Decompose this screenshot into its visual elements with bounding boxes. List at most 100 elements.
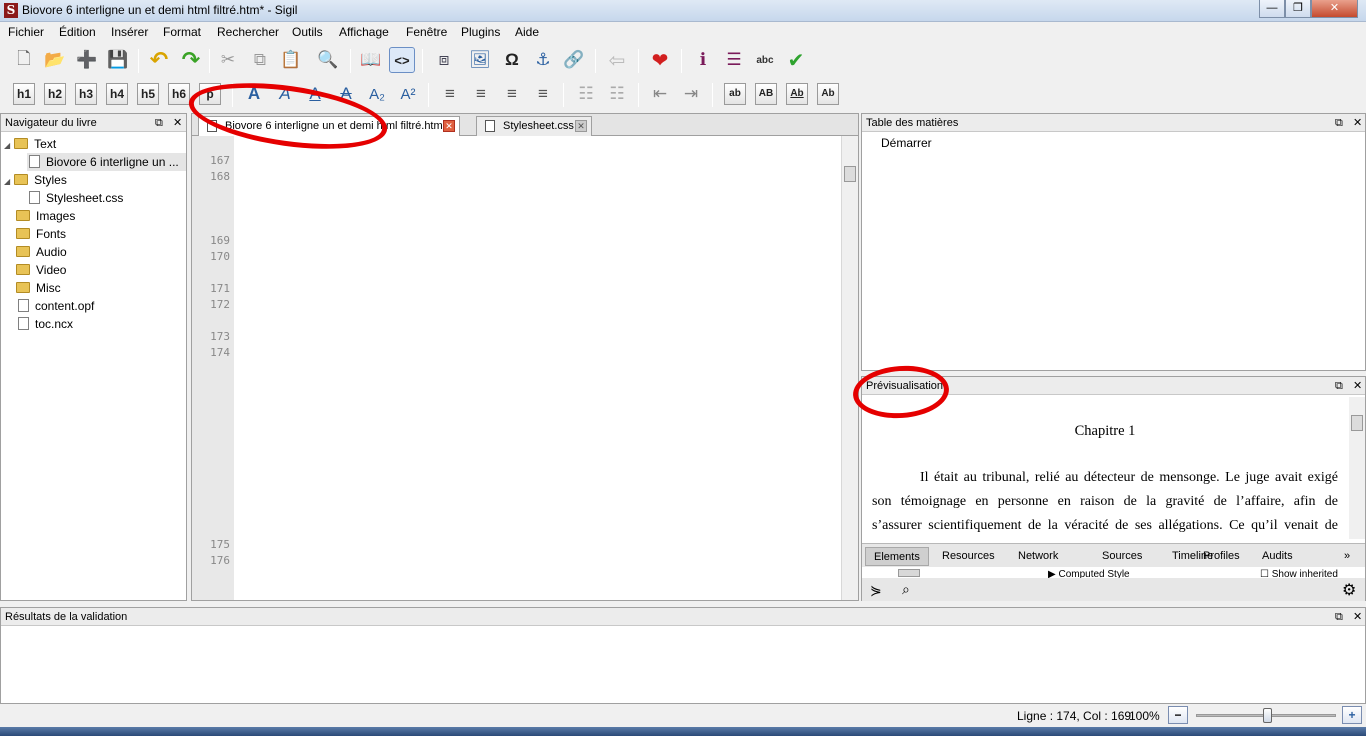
close-button[interactable]: ✕ <box>1311 0 1358 18</box>
editor-scrollbar[interactable] <box>841 136 858 600</box>
minimize-button[interactable]: — <box>1259 0 1285 18</box>
find-icon[interactable]: 🔍 <box>315 47 341 73</box>
maximize-button[interactable]: ❐ <box>1285 0 1311 18</box>
lowercase-icon[interactable]: ab <box>724 83 746 105</box>
menu-inserer[interactable]: Insérer <box>111 25 148 39</box>
anchor-icon[interactable]: ⚓ <box>530 47 556 73</box>
toc-item-demarrer[interactable]: Démarrer <box>881 136 932 150</box>
menu-fichier[interactable]: Fichier <box>8 25 44 39</box>
number-list-icon[interactable]: ☷ <box>604 81 630 107</box>
float-icon[interactable]: ⧉ <box>1335 114 1343 132</box>
align-right-icon[interactable]: ≡ <box>499 81 525 107</box>
omega-icon[interactable]: Ω <box>499 47 525 73</box>
menu-aide[interactable]: Aide <box>515 25 539 39</box>
save-icon[interactable]: 💾 <box>105 47 131 73</box>
open-folder-icon[interactable]: 📂 <box>42 47 68 73</box>
back-arrow-icon[interactable]: ⇦ <box>604 47 630 73</box>
heading-h1-button[interactable]: h1 <box>13 83 35 105</box>
paste-icon[interactable]: 📋 <box>278 47 304 73</box>
devtools-tab-resources[interactable]: Resources <box>934 547 1003 566</box>
devtools-splitter[interactable] <box>898 569 920 577</box>
code-view-icon[interactable]: <> <box>389 47 415 73</box>
search-icon[interactable]: ⌕ <box>902 581 910 598</box>
split-icon[interactable]: ⧈ <box>431 47 457 73</box>
tree-item-styles[interactable]: ◢ Styles <box>4 171 67 189</box>
insert-image-icon[interactable]: 🖼 <box>467 47 493 73</box>
titlecase-icon[interactable]: Ab <box>786 83 808 105</box>
close-icon[interactable]: ✕ <box>1353 608 1362 626</box>
zoom-slider[interactable] <box>1196 708 1336 723</box>
tree-item-fonts[interactable]: Fonts <box>16 225 66 243</box>
bullet-list-icon[interactable]: ☷ <box>573 81 599 107</box>
new-file-icon[interactable]: 🗋 <box>11 47 37 73</box>
menu-fenetre[interactable]: Fenêtre <box>406 25 447 39</box>
capitalize-icon[interactable]: Ab <box>817 83 839 105</box>
heading-h3-button[interactable]: h3 <box>75 83 97 105</box>
heading-h6-button[interactable]: h6 <box>168 83 190 105</box>
align-left-icon[interactable]: ≡ <box>437 81 463 107</box>
add-file-icon[interactable]: ➕ <box>74 47 100 73</box>
tree-item-audio[interactable]: Audio <box>16 243 67 261</box>
spellcheck-icon[interactable]: abc <box>752 47 778 73</box>
toc-icon[interactable]: ☰ <box>721 47 747 73</box>
align-center-icon[interactable]: ≡ <box>468 81 494 107</box>
tree-item-toc-ncx[interactable]: toc.ncx <box>18 315 73 333</box>
devtools-tab-network[interactable]: Network <box>1010 547 1066 566</box>
float-icon[interactable]: ⧉ <box>1335 608 1343 626</box>
justify-icon[interactable]: ≡ <box>530 81 556 107</box>
outdent-icon[interactable]: ⇤ <box>647 81 673 107</box>
tree-item-misc[interactable]: Misc <box>16 279 61 297</box>
heading-h4-button[interactable]: h4 <box>106 83 128 105</box>
computed-style-label[interactable]: ▶ Computed Style <box>1048 569 1130 578</box>
redo-icon[interactable]: ↷ <box>178 47 204 73</box>
console-prompt-icon[interactable]: ⋟ <box>870 582 882 599</box>
tree-item-biovore-html[interactable]: Biovore 6 interligne un ... <box>27 153 186 171</box>
tree-item-text[interactable]: ◢ Text <box>4 135 56 153</box>
cut-icon[interactable]: ✂ <box>215 47 241 73</box>
expand-icon[interactable]: ◢ <box>4 177 10 186</box>
float-icon[interactable]: ⧉ <box>1335 377 1343 395</box>
book-view-icon[interactable]: 📖 <box>358 47 384 73</box>
float-icon[interactable]: ⧉ <box>155 114 163 132</box>
heading-h5-button[interactable]: h5 <box>137 83 159 105</box>
expand-icon[interactable]: ◢ <box>4 141 10 150</box>
close-icon[interactable]: ✕ <box>1353 114 1362 132</box>
heading-h2-button[interactable]: h2 <box>44 83 66 105</box>
devtools-tab-audits[interactable]: Audits <box>1254 547 1301 566</box>
show-inherited-checkbox[interactable]: ☐ Show inherited <box>1260 569 1338 578</box>
subscript-icon[interactable]: A₂ <box>364 81 390 107</box>
tree-item-video[interactable]: Video <box>16 261 66 279</box>
uppercase-icon[interactable]: AB <box>755 83 777 105</box>
tab-stylesheet[interactable]: Stylesheet.css ✕ <box>476 116 592 136</box>
indent-icon[interactable]: ⇥ <box>678 81 704 107</box>
superscript-icon[interactable]: A² <box>395 81 421 107</box>
heart-icon[interactable]: ❤ <box>647 47 673 73</box>
menu-affichage[interactable]: Affichage <box>339 25 389 39</box>
metadata-icon[interactable]: ℹ <box>690 47 716 73</box>
menu-plugins[interactable]: Plugins <box>461 25 500 39</box>
menu-format[interactable]: Format <box>163 25 201 39</box>
zoom-slider-thumb[interactable] <box>1263 708 1272 723</box>
devtools-tab-sources[interactable]: Sources <box>1094 547 1150 566</box>
scrollbar-thumb[interactable] <box>844 166 856 182</box>
gear-icon[interactable]: ⚙ <box>1342 580 1356 600</box>
close-tab-icon[interactable]: ✕ <box>575 120 587 132</box>
menu-outils[interactable]: Outils <box>292 25 323 39</box>
devtools-more-icon[interactable]: » <box>1336 547 1358 566</box>
validate-icon[interactable]: ✔ <box>783 47 809 73</box>
close-tab-icon[interactable]: ✕ <box>443 120 455 132</box>
preview-scrollbar[interactable] <box>1349 397 1365 539</box>
close-icon[interactable]: ✕ <box>173 114 182 132</box>
zoom-in-button[interactable]: + <box>1342 706 1362 724</box>
menu-edition[interactable]: Édition <box>59 25 96 39</box>
code-text-area[interactable] <box>234 136 840 600</box>
copy-icon[interactable]: ⧉ <box>247 47 273 73</box>
undo-icon[interactable]: ↶ <box>146 47 172 73</box>
link-icon[interactable]: 🔗 <box>561 47 587 73</box>
zoom-out-button[interactable]: − <box>1168 706 1188 724</box>
tree-item-stylesheet[interactable]: Stylesheet.css <box>29 189 123 207</box>
close-icon[interactable]: ✕ <box>1353 377 1362 395</box>
tree-item-content-opf[interactable]: content.opf <box>18 297 94 315</box>
tree-item-images[interactable]: Images <box>16 207 75 225</box>
devtools-tab-elements[interactable]: Elements <box>865 547 929 566</box>
